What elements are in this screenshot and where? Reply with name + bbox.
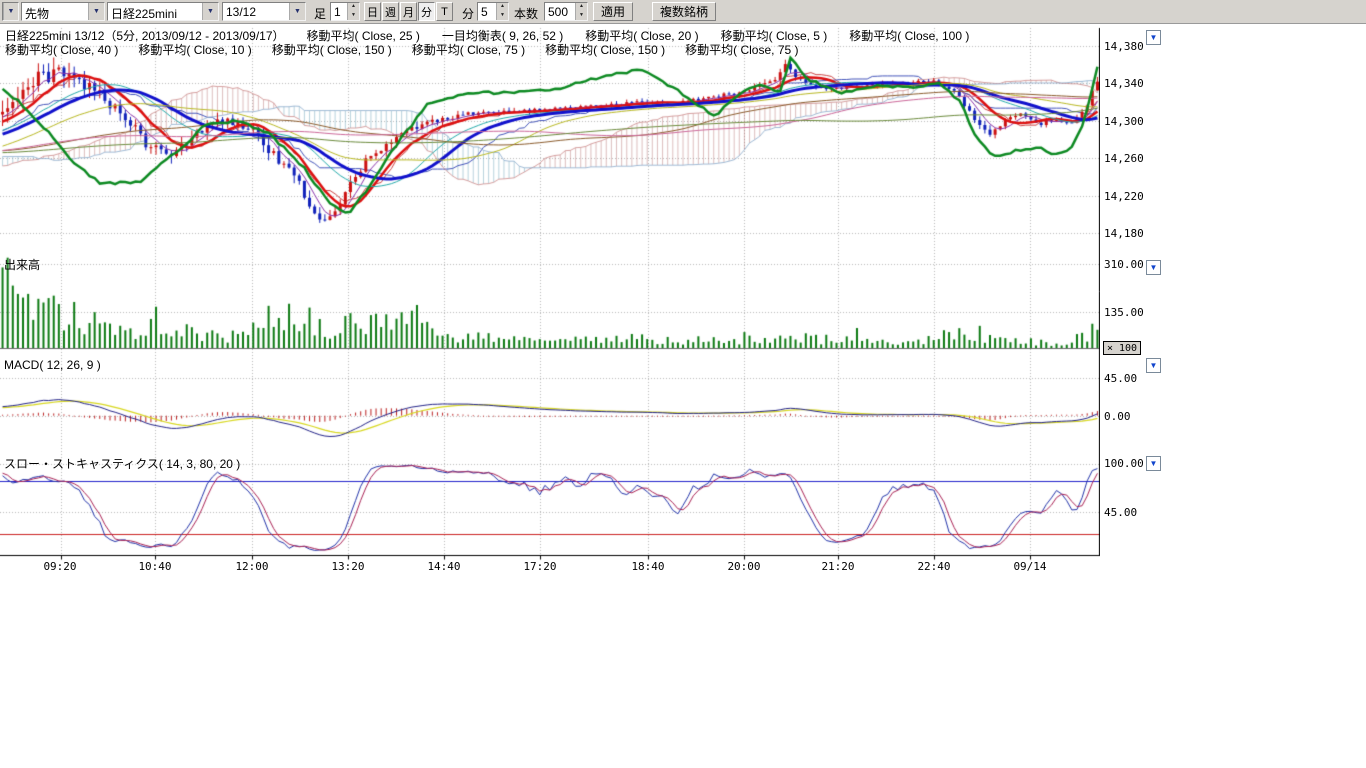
time-axis-label: 18:40 (626, 560, 670, 573)
chevron-down-icon[interactable]: ▼ (289, 3, 305, 20)
bars-count-value[interactable]: 500 (545, 3, 575, 20)
apply-button[interactable]: 適用 (593, 2, 633, 21)
legend-ma150b: 移動平均( Close, 150 ) (545, 41, 665, 58)
spinner-arrows-icon[interactable]: ▲▼ (347, 3, 359, 20)
stoch-panel-title: スロー・ストキャスティクス( 14, 3, 80, 20 ) (4, 455, 240, 472)
time-axis-label: 22:40 (912, 560, 956, 573)
contract-select[interactable]: 13/12 ▼ (222, 2, 306, 21)
volume-axis-label: 135.00 (1104, 306, 1144, 319)
price-axis-label: 14,180 (1104, 227, 1144, 240)
legend-ma75b: 移動平均( Close, 75 ) (685, 41, 798, 58)
time-axis-label: 09/14 (1008, 560, 1052, 573)
time-axis-label: 20:00 (722, 560, 766, 573)
timeframe-week-button[interactable]: 週 (382, 2, 399, 21)
leftmost-dropdown[interactable]: ▼ (2, 2, 19, 21)
time-axis-label: 13:20 (326, 560, 370, 573)
price-axis-label: 14,380 (1104, 40, 1144, 53)
time-axis-label: 21:20 (816, 560, 860, 573)
symbol-select[interactable]: 日経225mini ▼ (107, 2, 219, 21)
macd-panel-dropdown-button[interactable]: ▼ (1146, 358, 1161, 373)
bar-count-value[interactable]: 1 (331, 3, 347, 20)
time-axis-label: 09:20 (38, 560, 82, 573)
price-axis-label: 14,300 (1104, 115, 1144, 128)
time-axis-label: 14:40 (422, 560, 466, 573)
symbol-select-value: 日経225mini (108, 3, 202, 20)
legend-ma150: 移動平均( Close, 150 ) (272, 41, 392, 58)
bar-label: 足 (314, 5, 326, 22)
spinner-arrows-icon[interactable]: ▲▼ (575, 3, 587, 20)
minute-value[interactable]: 5 (478, 3, 496, 20)
stoch-axis-label: 45.00 (1104, 506, 1137, 519)
volume-multiplier-badge: × 100 (1103, 341, 1141, 355)
volume-panel-dropdown-button[interactable]: ▼ (1146, 260, 1161, 275)
legend-ma75: 移動平均( Close, 75 ) (412, 41, 525, 58)
bars-count-spinner[interactable]: 500 ▲▼ (544, 2, 588, 21)
price-axis-label: 14,340 (1104, 77, 1144, 90)
spinner-arrows-icon[interactable]: ▲▼ (496, 3, 508, 20)
volume-axis-label: 310.00 (1104, 258, 1144, 271)
legend-ma40: 移動平均( Close, 40 ) (5, 41, 118, 58)
chevron-down-icon: ▼ (1150, 361, 1158, 370)
category-select[interactable]: 先物 ▼ (21, 2, 105, 21)
chart-canvas[interactable] (0, 25, 1100, 563)
stoch-axis-label: 100.00 (1104, 457, 1144, 470)
trading-app-window: { "toolbar": { "category_select": { "val… (0, 0, 1366, 768)
chevron-down-icon: ▼ (1150, 33, 1158, 42)
time-axis-label: 17:20 (518, 560, 562, 573)
multi-symbol-button[interactable]: 複数銘柄 (652, 2, 716, 21)
top-toolbar: ▼ 先物 ▼ 日経225mini ▼ 13/12 ▼ 足 1 ▲▼ 日 週 月 … (0, 0, 1366, 24)
time-axis-label: 12:00 (230, 560, 274, 573)
contract-select-value: 13/12 (223, 3, 289, 20)
legend-row-2: 移動平均( Close, 40 ) 移動平均( Close, 10 ) 移動平均… (5, 41, 799, 58)
timeframe-tick-button[interactable]: T (436, 2, 453, 21)
timeframe-minute-button[interactable]: 分 (418, 2, 435, 21)
macd-axis-label: 45.00 (1104, 372, 1137, 385)
legend-ma10: 移動平均( Close, 10 ) (138, 41, 251, 58)
macd-panel-title: MACD( 12, 26, 9 ) (4, 358, 101, 372)
legend-ma100: 移動平均( Close, 100 ) (849, 27, 969, 44)
chevron-down-icon[interactable]: ▼ (202, 3, 218, 20)
price-axis-label: 14,220 (1104, 190, 1144, 203)
minute-spinner[interactable]: 5 ▲▼ (477, 2, 509, 21)
chevron-down-icon: ▼ (1150, 263, 1158, 272)
category-select-value: 先物 (22, 3, 88, 20)
bar-count-spinner[interactable]: 1 ▲▼ (330, 2, 360, 21)
bars-count-label: 本数 (514, 5, 538, 22)
price-axis-label: 14,260 (1104, 152, 1144, 165)
chevron-down-icon[interactable]: ▼ (3, 3, 18, 20)
timeframe-month-button[interactable]: 月 (400, 2, 417, 21)
price-panel-dropdown-button[interactable]: ▼ (1146, 30, 1161, 45)
minute-label: 分 (462, 5, 474, 22)
time-axis-label: 10:40 (133, 560, 177, 573)
timeframe-day-button[interactable]: 日 (364, 2, 381, 21)
chevron-down-icon: ▼ (1150, 459, 1158, 468)
stoch-panel-dropdown-button[interactable]: ▼ (1146, 456, 1161, 471)
macd-axis-label: 0.00 (1104, 410, 1131, 423)
volume-panel-title: 出来高 (4, 256, 40, 273)
chevron-down-icon[interactable]: ▼ (88, 3, 104, 20)
